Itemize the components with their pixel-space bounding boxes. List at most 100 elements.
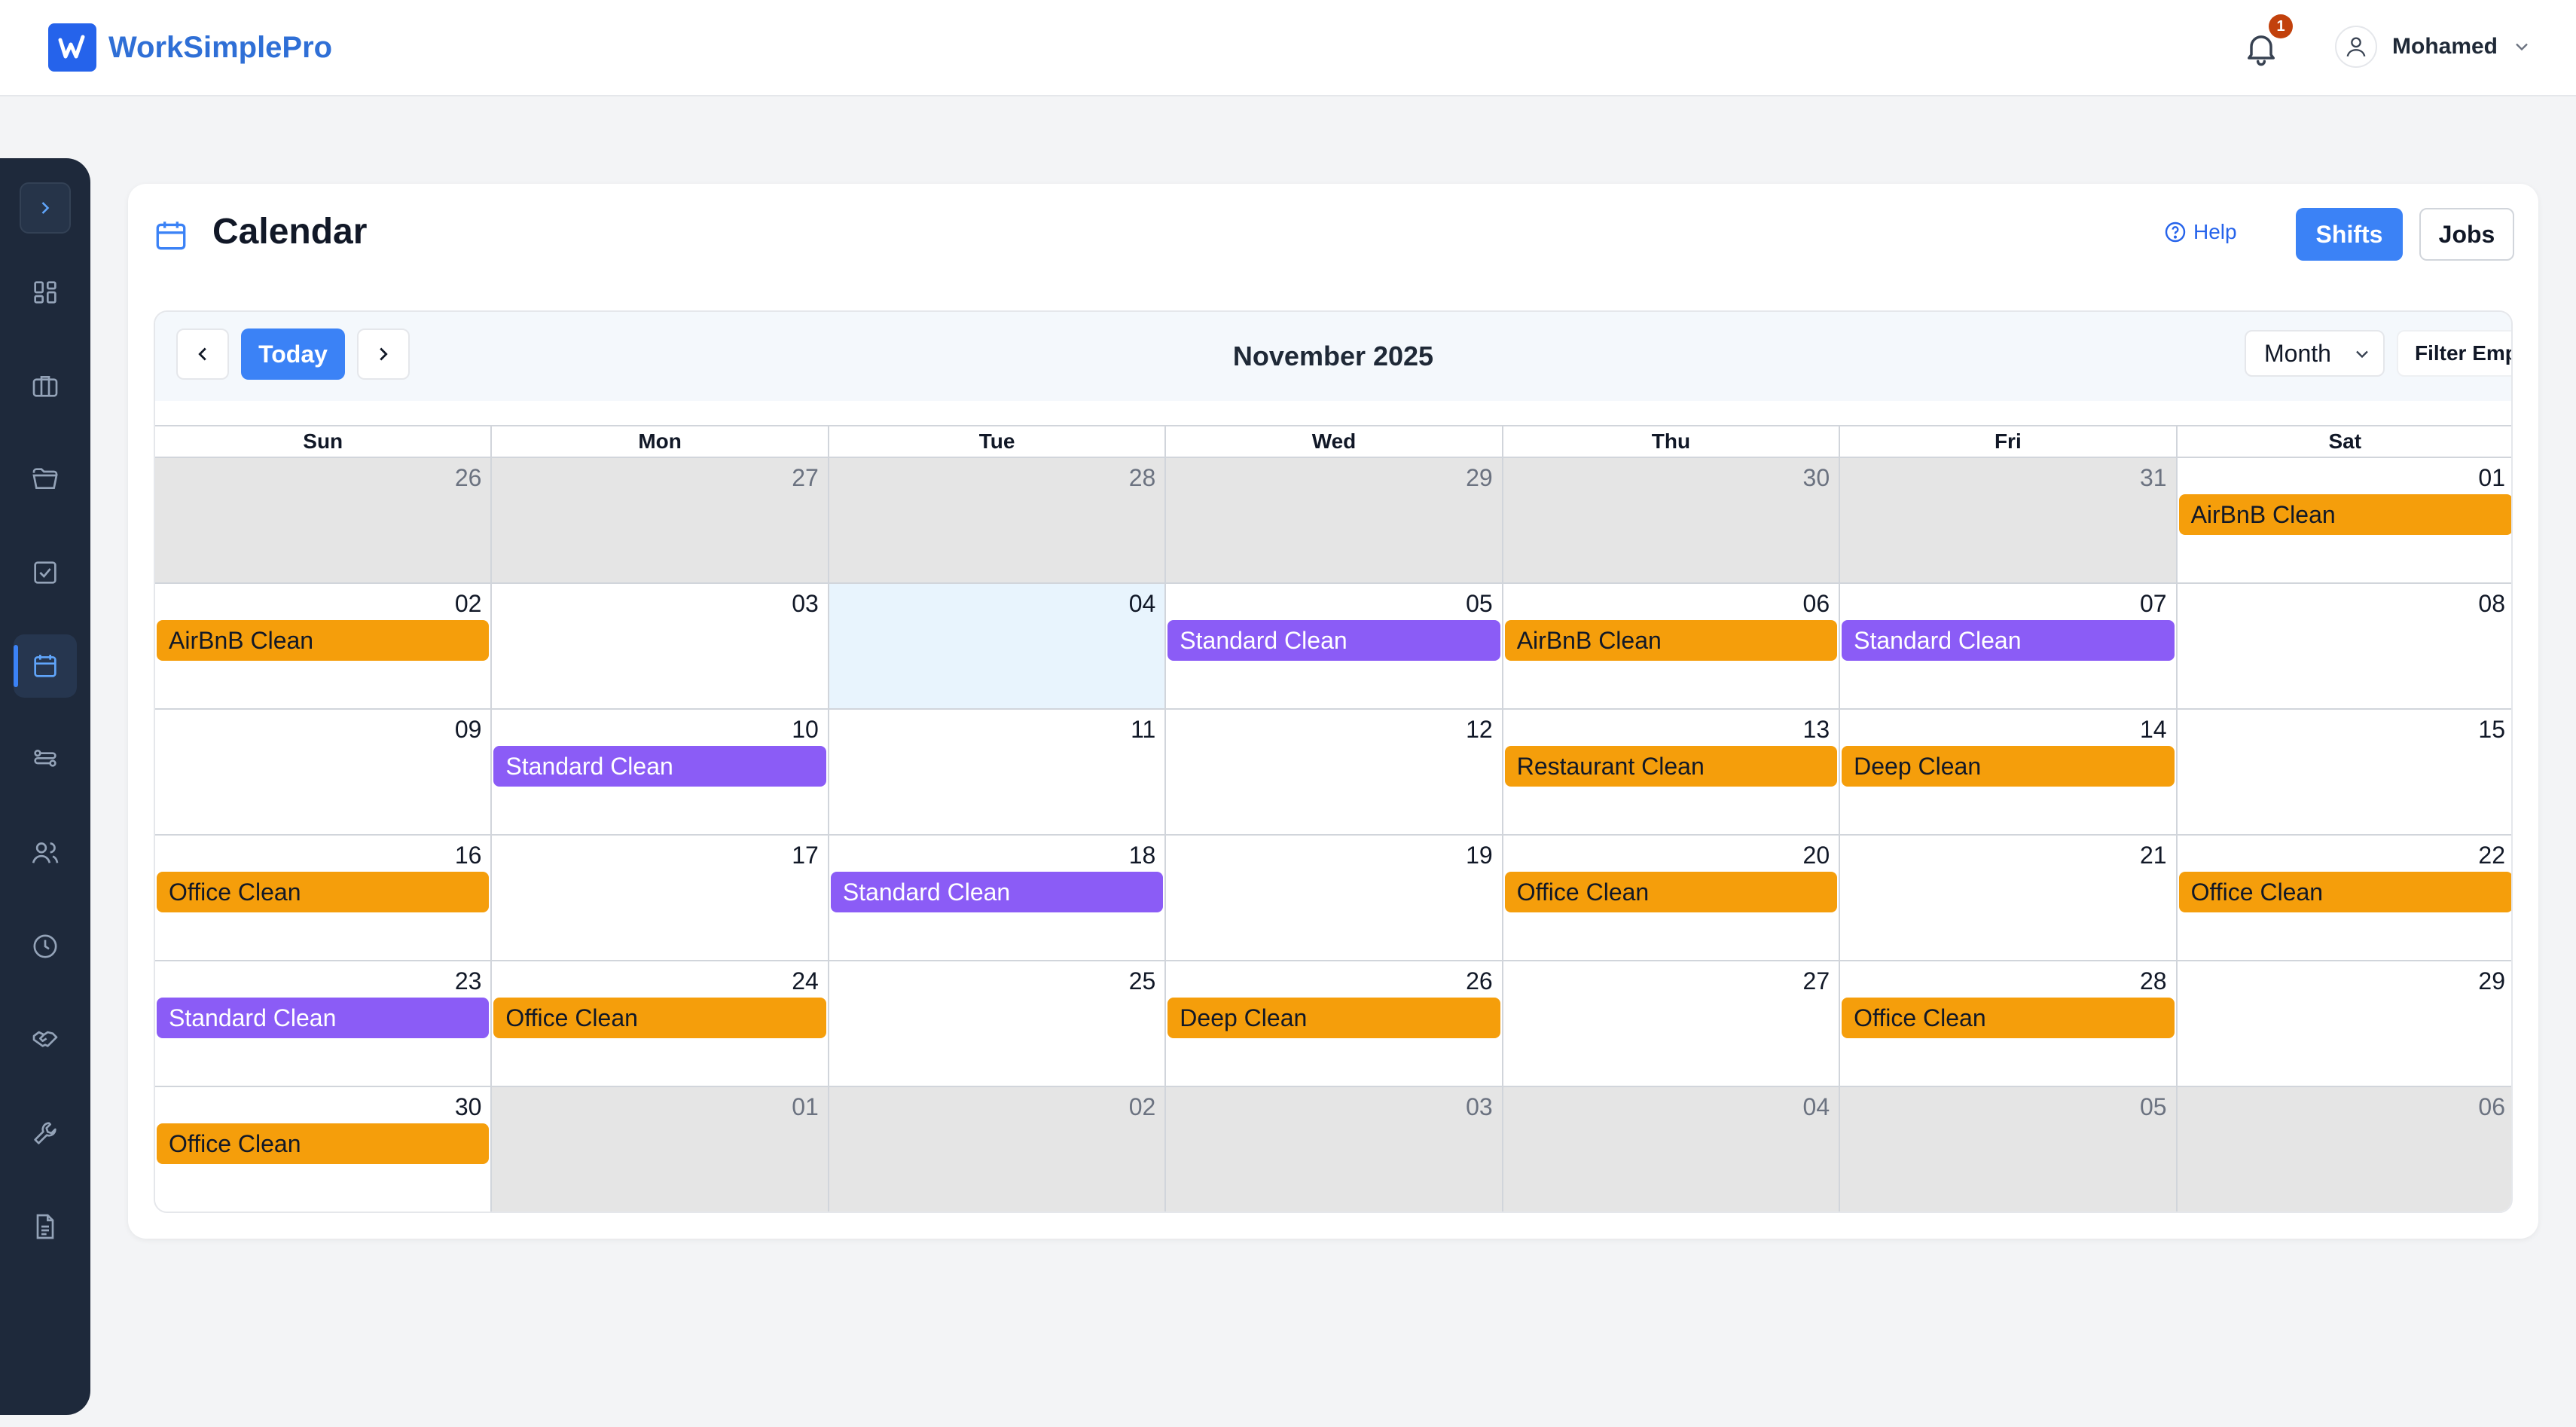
app-name: WorkSimplePro [108,30,333,64]
calendar-day[interactable]: 05 Standard Clean [1166,584,1503,710]
user-menu[interactable]: Mohamed [2335,26,2532,68]
calendar-day[interactable]: 23 Standard Clean [155,961,493,1087]
sidebar-item-jobs[interactable] [14,354,77,417]
filter-employee-dropdown[interactable]: Filter Employee [2397,330,2511,377]
calendar-day[interactable]: 10 Standard Clean [492,710,829,836]
calendar-event[interactable]: Deep Clean [1167,998,1500,1038]
calendar-day[interactable]: 13 Restaurant Clean [1503,710,1841,836]
sidebar-item-timesheets[interactable] [14,915,77,978]
calendar-event[interactable]: Standard Clean [1842,620,2175,661]
calendar-day[interactable]: 06 AirBnB Clean [1503,584,1841,710]
handshake-icon [32,1031,58,1047]
day-number: 01 [2478,464,2505,491]
day-number: 27 [1802,967,1830,995]
logo-mark-icon [48,23,96,72]
calendar-day[interactable]: 25 [829,961,1167,1087]
view-select[interactable]: Month [2245,330,2385,377]
day-number: 09 [454,716,482,743]
calendar-day[interactable]: 27 [1503,961,1841,1087]
sidebar-item-tools[interactable] [14,1102,77,1165]
calendar-event[interactable]: Standard Clean [157,998,490,1038]
calendar-day[interactable]: 28 Office Clean [1840,961,2178,1087]
calendar-event[interactable]: Standard Clean [1167,620,1500,661]
sidebar-item-employees[interactable] [14,821,77,885]
sidebar-item-tasks[interactable] [14,541,77,604]
dashboard-icon [34,281,56,304]
day-number: 01 [792,1093,819,1120]
calendar-day[interactable]: 14 Deep Clean [1840,710,2178,836]
calendar-day[interactable]: 07 Standard Clean [1840,584,2178,710]
calendar-event[interactable]: Office Clean [2178,872,2511,912]
calendar-day[interactable]: 03 [492,584,829,710]
calendar-day[interactable]: 26 [155,458,493,584]
calendar-event[interactable]: AirBnB Clean [2178,494,2511,535]
day-number: 29 [2478,967,2505,995]
day-of-week-header: Sat [2177,426,2511,458]
sidebar-item-files[interactable] [14,448,77,511]
calendar: Today November 2025 Month Filter Employe… [154,310,2513,1213]
calendar-day[interactable]: 01 AirBnB Clean [2177,458,2511,584]
calendar-day[interactable]: 02 [829,1087,1167,1212]
clock-icon [33,934,57,958]
jobs-button[interactable]: Jobs [2419,208,2514,261]
calendar-day[interactable]: 06 [2177,1087,2511,1212]
help-link[interactable]: Help [2163,220,2237,244]
calendar-event[interactable]: AirBnB Clean [157,620,490,661]
day-number: 02 [1128,1093,1156,1120]
calendar-day[interactable]: 16 Office Clean [155,836,493,961]
calendar-day[interactable]: 29 [1166,458,1503,584]
calendar-event[interactable]: Office Clean [1842,998,2175,1038]
calendar-day[interactable]: 01 [492,1087,829,1212]
day-number: 16 [454,842,482,869]
day-number: 18 [1128,842,1156,869]
day-number: 19 [1466,842,1493,869]
shifts-button[interactable]: Shifts [2296,208,2403,261]
help-label: Help [2193,220,2237,243]
calendar-day[interactable]: 09 [155,710,493,836]
sidebar-item-calendar[interactable] [14,634,77,698]
app-logo[interactable]: WorkSimplePro [48,23,332,72]
calendar-day[interactable]: 12 [1166,710,1503,836]
calendar-day[interactable]: 21 [1840,836,2178,961]
sidebar-expand-button[interactable] [20,182,71,234]
calendar-day[interactable]: 05 [1840,1087,2178,1212]
calendar-day[interactable]: 22 Office Clean [2177,836,2511,961]
calendar-day[interactable]: 04 [1503,1087,1841,1212]
calendar-day[interactable]: 15 [2177,710,2511,836]
day-number: 05 [1466,590,1493,617]
calendar-event[interactable]: Office Clean [157,872,490,912]
calendar-day[interactable]: 31 [1840,458,2178,584]
calendar-day[interactable]: 27 [492,458,829,584]
sidebar-item-dashboard[interactable] [14,261,77,324]
day-number: 08 [2478,590,2505,617]
calendar-event[interactable]: AirBnB Clean [1504,620,1838,661]
calendar-event[interactable]: Office Clean [493,998,826,1038]
calendar-event[interactable]: Deep Clean [1842,746,2175,787]
calendar-day[interactable]: 18 Standard Clean [829,836,1167,961]
calendar-event[interactable]: Standard Clean [830,872,1164,912]
calendar-event[interactable]: Restaurant Clean [1504,746,1838,787]
calendar-day-today[interactable]: 04 [829,584,1167,710]
calendar-event[interactable]: Office Clean [1504,872,1838,912]
calendar-day[interactable]: 08 [2177,584,2511,710]
calendar-event[interactable]: Standard Clean [493,746,826,787]
calendar-day[interactable]: 11 [829,710,1167,836]
calendar-day[interactable]: 29 [2177,961,2511,1087]
calendar-icon [34,655,56,677]
calendar-day[interactable]: 20 Office Clean [1503,836,1841,961]
calendar-day[interactable]: 17 [492,836,829,961]
calendar-day[interactable]: 26 Deep Clean [1166,961,1503,1087]
day-number: 03 [792,590,819,617]
calendar-event[interactable]: Office Clean [157,1123,490,1164]
calendar-day[interactable]: 19 [1166,836,1503,961]
calendar-day[interactable]: 30 Office Clean [155,1087,493,1212]
sidebar-item-clients[interactable] [14,1008,77,1071]
day-number: 30 [454,1093,482,1120]
calendar-day[interactable]: 03 [1166,1087,1503,1212]
sidebar-item-reports[interactable] [14,1195,77,1258]
calendar-day[interactable]: 28 [829,458,1167,584]
calendar-day[interactable]: 30 [1503,458,1841,584]
calendar-day[interactable]: 24 Office Clean [492,961,829,1087]
calendar-day[interactable]: 02 AirBnB Clean [155,584,493,710]
sidebar-item-workflows[interactable] [14,728,77,791]
